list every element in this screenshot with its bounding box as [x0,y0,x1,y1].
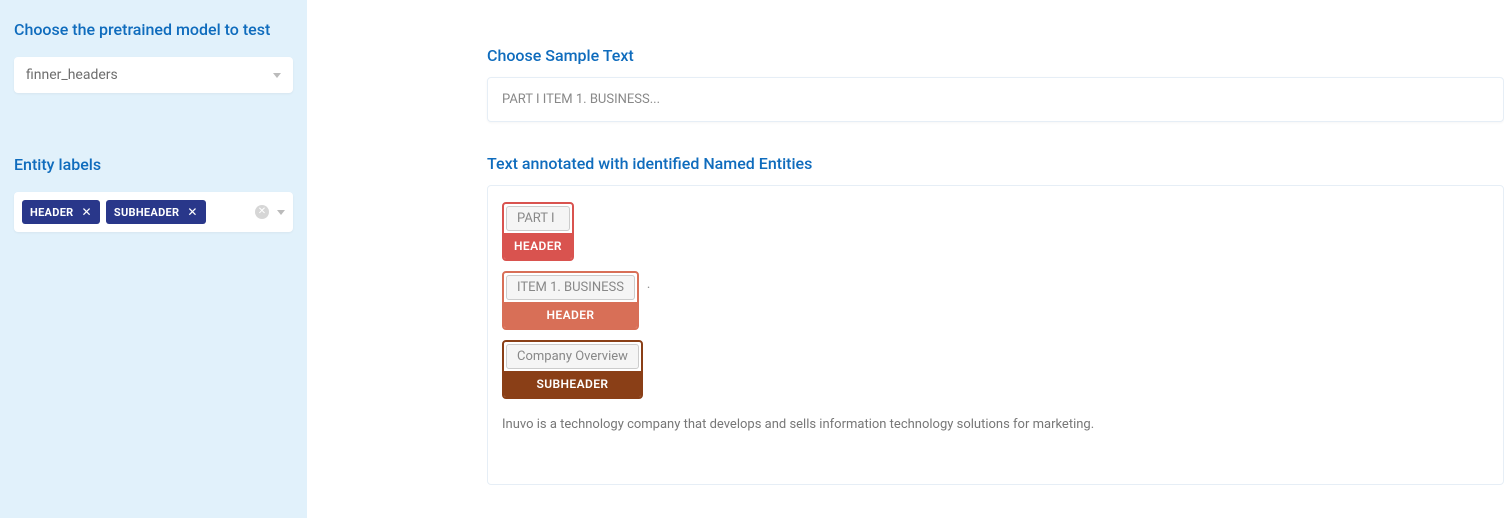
entity-label-tag[interactable]: SUBHEADER ✕ [106,200,206,224]
remove-tag-icon[interactable]: ✕ [187,205,197,219]
entity-label-text: SUBHEADER [114,206,179,219]
sample-text-value: PART I ITEM 1. BUSINESS... [502,92,660,107]
entity-subheader: Company Overview SUBHEADER [502,340,643,399]
annotated-heading: Text annotated with identified Named Ent… [487,154,1504,173]
remove-tag-icon[interactable]: ✕ [82,205,92,219]
entity-text: PART I [506,206,570,231]
entity-label-tag[interactable]: HEADER ✕ [22,200,100,224]
entity-text: Company Overview [506,344,639,369]
entity-label: SUBHEADER [504,371,641,397]
punctuation: . [647,277,650,292]
model-select-value: finner_headers [26,67,118,83]
annotated-output: PART I HEADER ITEM 1. BUSINESS HEADER . … [487,185,1504,485]
entity-text: ITEM 1. BUSINESS [506,275,635,300]
entity-labels-select[interactable]: HEADER ✕ SUBHEADER ✕ ✕ [14,192,293,232]
main-content: Choose Sample Text PART I ITEM 1. BUSINE… [307,0,1504,518]
sidebar: Choose the pretrained model to test finn… [0,0,307,518]
entity-label: HEADER [504,233,572,259]
entity-header: PART I HEADER [502,202,574,261]
entity-label: HEADER [504,302,637,328]
entity-label-text: HEADER [30,206,74,219]
chevron-down-icon [273,73,281,78]
clear-all-icon[interactable]: ✕ [255,205,269,219]
model-select-heading: Choose the pretrained model to test [14,20,293,39]
entity-header: ITEM 1. BUSINESS HEADER [502,271,639,330]
entity-labels-heading: Entity labels [14,155,293,174]
body-text: Inuvo is a technology company that devel… [502,415,1489,435]
model-select[interactable]: finner_headers [14,57,293,93]
chevron-down-icon[interactable] [277,210,285,215]
sample-text-select[interactable]: PART I ITEM 1. BUSINESS... [487,77,1504,122]
sample-text-heading: Choose Sample Text [487,46,1504,65]
